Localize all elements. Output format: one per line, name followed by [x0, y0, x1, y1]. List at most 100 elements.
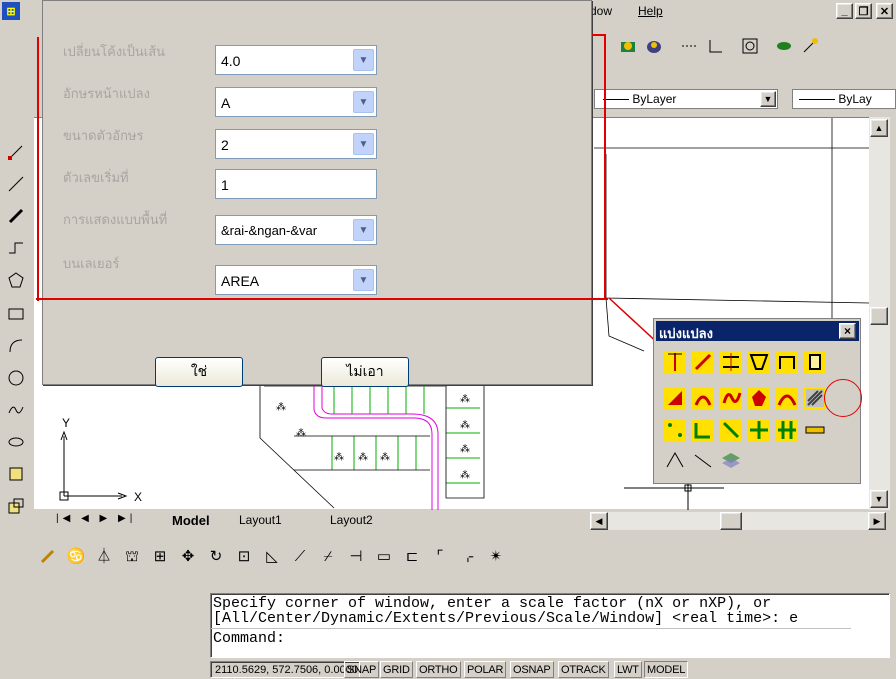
scroll-thumb[interactable] — [870, 307, 888, 325]
xline-icon[interactable] — [4, 172, 28, 196]
break-icon[interactable]: ▭ — [372, 544, 396, 568]
otrack-toggle[interactable]: OTRACK — [558, 661, 609, 678]
ucs-icon[interactable] — [704, 34, 728, 58]
trim-icon[interactable]: ⌿ — [316, 544, 340, 568]
explode-icon[interactable]: ✴ — [484, 544, 508, 568]
divide-area-icon[interactable] — [804, 387, 826, 409]
start-number-input[interactable]: 1 — [215, 169, 377, 199]
divide-triangle-icon[interactable] — [664, 387, 686, 409]
chevron-down-icon[interactable]: ▼ — [353, 269, 374, 291]
ortho-toggle[interactable]: ORTHO — [416, 661, 461, 678]
divide-line-icon[interactable] — [664, 351, 686, 373]
properties-icon[interactable] — [798, 34, 822, 58]
angle-icon[interactable] — [664, 449, 686, 471]
scroll-left-icon[interactable]: ◀ — [590, 512, 608, 530]
scroll-right-icon[interactable]: ▶ — [868, 512, 886, 530]
divide-rows-icon[interactable] — [776, 419, 798, 441]
divide-polygon-icon[interactable] — [748, 387, 770, 409]
divide-block-icon[interactable] — [804, 351, 826, 373]
array-icon[interactable]: ⊞ — [148, 544, 172, 568]
osnap-toggle[interactable]: OSNAP — [510, 661, 554, 678]
model-toggle[interactable]: MODEL — [644, 661, 689, 678]
move-icon[interactable]: ✥ — [176, 544, 200, 568]
hscroll-thumb[interactable] — [720, 512, 742, 530]
divide-parallel-icon[interactable] — [720, 351, 742, 373]
menu-window[interactable]: dow — [590, 4, 612, 18]
chevron-down-icon[interactable]: ▼ — [353, 91, 374, 113]
ok-button[interactable]: ใช่ — [155, 357, 243, 387]
insert-block-icon[interactable] — [4, 462, 28, 486]
offset-icon[interactable]: ⛫ — [120, 544, 144, 568]
scale-icon[interactable]: ⊡ — [232, 544, 256, 568]
divide-diagonal-icon[interactable] — [720, 419, 742, 441]
tab-layout1[interactable]: Layout1 — [239, 513, 282, 527]
layers-icon[interactable] — [720, 449, 742, 471]
app-icon[interactable]: ⊞ — [2, 2, 20, 20]
tab-layout2[interactable]: Layout2 — [330, 513, 373, 527]
zoom-window-icon[interactable] — [738, 34, 762, 58]
polygon-icon[interactable] — [4, 268, 28, 292]
mirror-icon[interactable]: ⏃ — [92, 544, 116, 568]
divide-trapezoid-icon[interactable] — [748, 351, 770, 373]
prefix-combo[interactable]: A ▼ — [215, 87, 377, 117]
chevron-down-icon[interactable]: ▼ — [353, 133, 374, 155]
ellipse-icon[interactable] — [4, 430, 28, 454]
tab-nav-arrows[interactable]: |◀ ◀ ▶ ▶| — [56, 513, 136, 524]
divide-arch-icon[interactable] — [776, 351, 798, 373]
circle-icon[interactable] — [4, 366, 28, 390]
restore-button[interactable]: ❐ — [855, 3, 872, 19]
spline-icon[interactable] — [4, 398, 28, 422]
area-format-combo[interactable]: &rai-&ngan-&var ▼ — [215, 215, 377, 245]
line-icon[interactable] — [4, 140, 28, 164]
polar-toggle[interactable]: POLAR — [464, 661, 507, 678]
text-size-combo[interactable]: 2 ▼ — [215, 129, 377, 159]
copy-icon[interactable]: ♋ — [64, 544, 88, 568]
divide-fan-icon[interactable] — [776, 387, 798, 409]
3d-orbit-icon[interactable] — [772, 34, 796, 58]
dbconnect-icon[interactable] — [642, 34, 666, 58]
chamfer-icon[interactable]: ⌜ — [428, 544, 452, 568]
adcenter-icon[interactable] — [616, 34, 640, 58]
stretch-icon[interactable]: ◺ — [260, 544, 284, 568]
linetype-combo[interactable]: ByLayer ▼ — [594, 89, 778, 109]
polyline-icon[interactable] — [4, 236, 28, 260]
lwt-toggle[interactable]: LWT — [614, 661, 642, 678]
chevron-down-icon[interactable]: ▼ — [353, 49, 374, 71]
divide-points-icon[interactable] — [664, 419, 686, 441]
horizontal-scrollbar[interactable]: ◀ ▶ — [590, 512, 886, 530]
close-button[interactable]: ✕ — [876, 3, 893, 19]
lengthen-icon[interactable]: ⟋ — [288, 544, 312, 568]
vertical-scrollbar[interactable]: ▲ ▼ — [869, 117, 890, 515]
divide-s-curve-icon[interactable] — [720, 387, 742, 409]
extend-icon[interactable]: ⊣ — [344, 544, 368, 568]
rotate-icon[interactable]: ↻ — [204, 544, 228, 568]
menu-help[interactable]: Help — [638, 4, 663, 18]
command-prompt[interactable]: Command: — [211, 628, 851, 646]
chevron-down-icon[interactable]: ▼ — [760, 91, 776, 107]
lineweight-combo[interactable]: ByLay — [792, 89, 896, 109]
curve-to-line-combo[interactable]: 4.0 ▼ — [215, 45, 377, 75]
cancel-button[interactable]: ไม่เอา — [321, 357, 409, 387]
mline-icon[interactable] — [4, 204, 28, 228]
chevron-down-icon[interactable]: ▼ — [353, 219, 374, 241]
distance-icon[interactable] — [678, 34, 702, 58]
grid-toggle[interactable]: GRID — [380, 661, 413, 678]
measure-icon[interactable] — [804, 419, 826, 441]
divide-corner-icon[interactable] — [692, 419, 714, 441]
dimension-icon[interactable] — [692, 449, 714, 471]
divide-angle-icon[interactable] — [692, 351, 714, 373]
scroll-up-icon[interactable]: ▲ — [870, 119, 888, 137]
panel-close-icon[interactable]: × — [839, 323, 856, 339]
scroll-down-icon[interactable]: ▼ — [870, 490, 888, 508]
fillet-icon[interactable]: ⌌ — [456, 544, 480, 568]
break-at-point-icon[interactable]: ⊏ — [400, 544, 424, 568]
tab-model[interactable]: Model — [172, 513, 210, 528]
layer-combo[interactable]: AREA ▼ — [215, 265, 377, 295]
divide-curve-icon[interactable] — [692, 387, 714, 409]
snap-toggle[interactable]: SNAP — [344, 661, 380, 678]
minimize-button[interactable]: _ — [836, 3, 853, 19]
rectangle-icon[interactable] — [4, 302, 28, 326]
command-window[interactable]: Specify corner of window, enter a scale … — [210, 593, 890, 658]
arc-icon[interactable] — [4, 334, 28, 358]
erase-icon[interactable] — [36, 544, 60, 568]
